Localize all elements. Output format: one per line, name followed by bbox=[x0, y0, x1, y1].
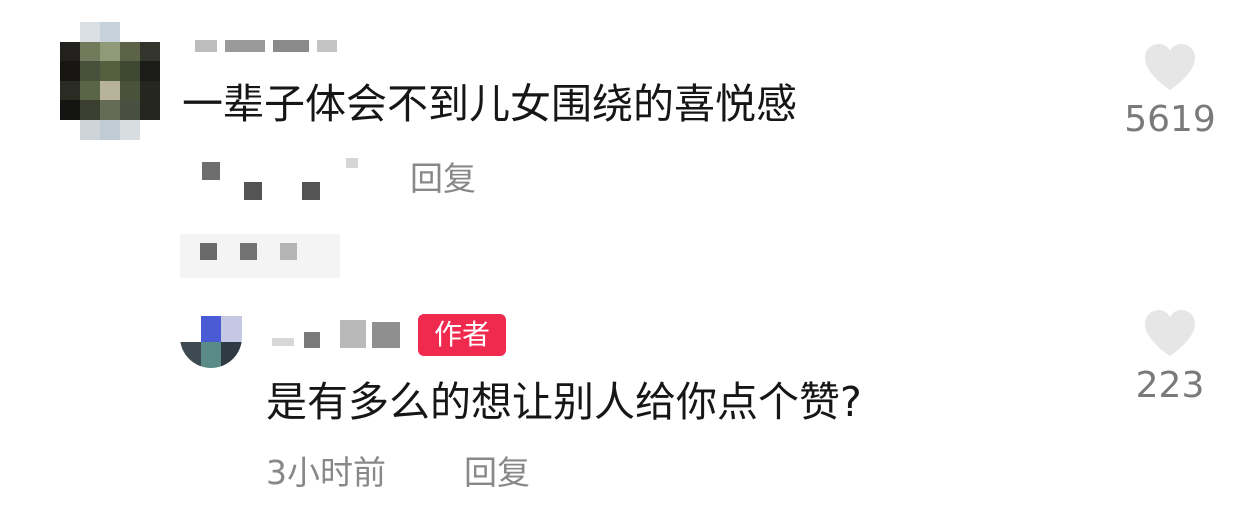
reply-meta: 3小时前 回复 bbox=[266, 452, 586, 498]
like-count: 223 bbox=[1135, 365, 1205, 406]
heart-outline-icon[interactable] bbox=[1142, 308, 1198, 358]
avatar[interactable] bbox=[60, 22, 160, 140]
timestamp: 3小时前 bbox=[266, 453, 386, 492]
avatar[interactable] bbox=[180, 316, 242, 368]
heart-outline-icon[interactable] bbox=[1142, 42, 1198, 92]
reply-button[interactable]: 回复 bbox=[464, 452, 530, 494]
reply-text: 是有多么的想让别人给你点个赞? bbox=[266, 378, 862, 426]
timestamp-blurred bbox=[196, 156, 366, 202]
comment-text: 一辈子体会不到儿女围绕的喜悦感 bbox=[182, 80, 797, 128]
comment-meta: 回复 bbox=[196, 156, 516, 202]
reply-button[interactable]: 回复 bbox=[410, 158, 476, 200]
username-blurred[interactable] bbox=[272, 318, 407, 352]
like-button[interactable]: 223 bbox=[1120, 308, 1220, 418]
like-count: 5619 bbox=[1124, 99, 1216, 140]
author-badge: 作者 bbox=[418, 314, 506, 356]
username-blurred[interactable] bbox=[195, 36, 345, 54]
like-button[interactable]: 5619 bbox=[1120, 42, 1220, 152]
expand-replies-button[interactable] bbox=[180, 234, 340, 278]
